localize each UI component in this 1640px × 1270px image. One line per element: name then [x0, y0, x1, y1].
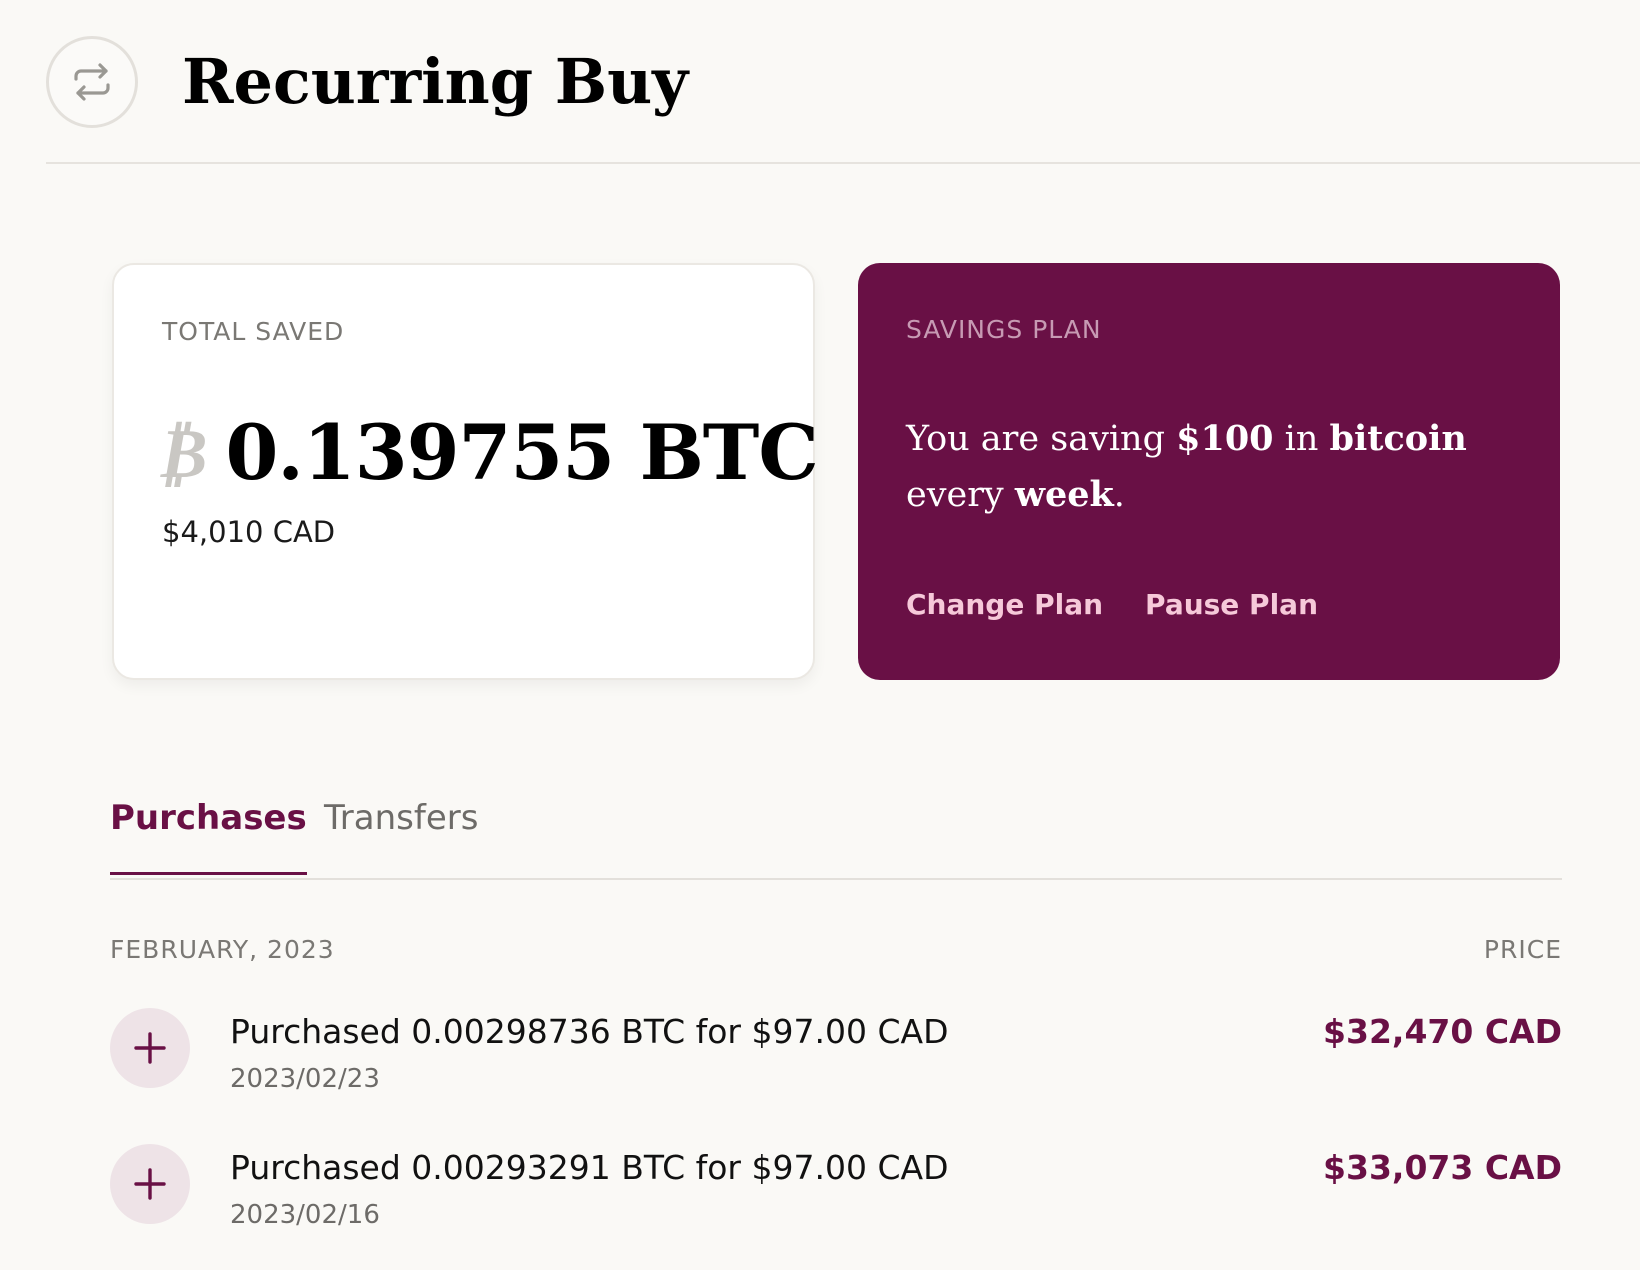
tab-purchases[interactable]: Purchases — [110, 798, 307, 875]
purchase-date: 2023/02/16 — [230, 1200, 380, 1230]
purchase-date: 2023/02/23 — [230, 1064, 380, 1094]
pause-plan-button[interactable]: Pause Plan — [1145, 588, 1318, 621]
savings-plan-description: You are saving $100 in bitcoin every wee… — [906, 418, 1467, 515]
repeat-icon — [46, 36, 138, 128]
tab-transfers[interactable]: Transfers — [324, 798, 478, 838]
btc-amount: 0.139755 BTC — [225, 408, 818, 497]
purchase-row[interactable]: Purchased 0.00298736 BTC for $97.00 CAD … — [110, 1008, 1562, 1098]
price-column-header: PRICE — [1483, 935, 1562, 964]
plus-icon — [110, 1144, 190, 1224]
month-heading: FEBRUARY, 2023 — [110, 935, 335, 964]
savings-plan-label: SAVINGS PLAN — [906, 315, 1102, 344]
total-saved-label: TOTAL SAVED — [162, 317, 345, 346]
history-tabs: Purchases Transfers — [110, 790, 1562, 880]
purchase-title: Purchased 0.00298736 BTC for $97.00 CAD — [230, 1012, 949, 1051]
page-title: Recurring Buy — [182, 45, 689, 118]
btc-balance: ₿ 0.139755 BTC — [156, 407, 819, 499]
purchase-title: Purchased 0.00293291 BTC for $97.00 CAD — [230, 1148, 949, 1187]
page-header: Recurring Buy — [46, 36, 1640, 164]
plus-icon — [110, 1008, 190, 1088]
purchase-price: $33,073 CAD — [1323, 1148, 1562, 1187]
cad-value: $4,010 CAD — [162, 515, 336, 549]
savings-plan-card: SAVINGS PLAN You are saving $100 in bitc… — [858, 263, 1560, 680]
bitcoin-icon: ₿ — [156, 411, 208, 494]
total-saved-card: TOTAL SAVED ₿ 0.139755 BTC $4,010 CAD — [112, 263, 819, 680]
plan-actions: Change Plan Pause Plan — [906, 588, 1318, 621]
purchase-row[interactable]: Purchased 0.00293291 BTC for $97.00 CAD … — [110, 1144, 1562, 1234]
plan-frequency: week — [1014, 474, 1114, 515]
plan-asset: bitcoin — [1329, 418, 1467, 459]
change-plan-button[interactable]: Change Plan — [906, 588, 1103, 621]
purchase-price: $32,470 CAD — [1323, 1012, 1562, 1051]
plan-amount: $100 — [1176, 418, 1274, 459]
